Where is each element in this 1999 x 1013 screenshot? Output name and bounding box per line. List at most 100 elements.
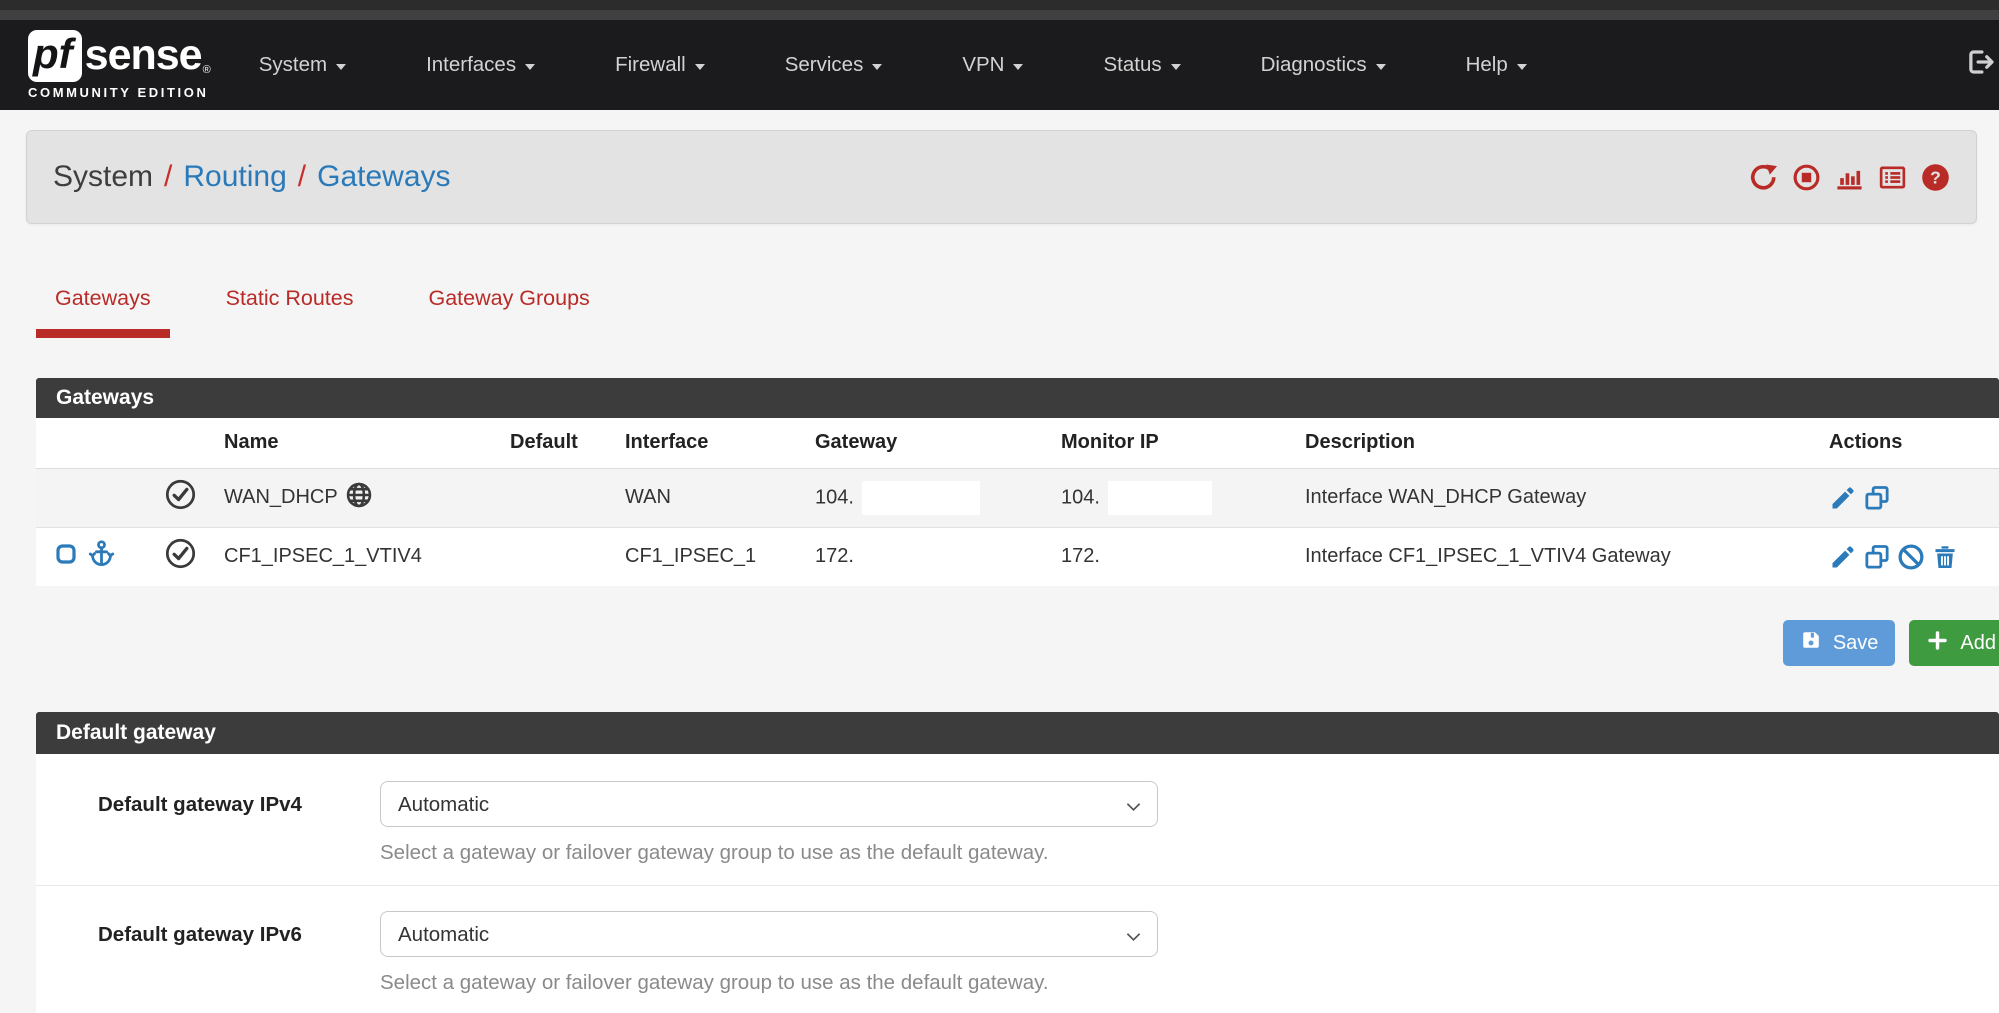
menu-interfaces[interactable]: Interfaces bbox=[426, 53, 535, 77]
redacted-value-mask bbox=[1108, 481, 1212, 515]
row-status-cell bbox=[144, 527, 216, 586]
row-status-cell bbox=[144, 468, 216, 527]
edit-icon[interactable] bbox=[1829, 543, 1857, 571]
col-status bbox=[144, 418, 216, 468]
tab-gateways[interactable]: Gateways bbox=[36, 286, 170, 338]
menu-status-label: Status bbox=[1103, 53, 1161, 77]
top-navbar: pf sense ® COMMUNITY EDITION System Inte… bbox=[0, 20, 1999, 110]
default-gateway-ipv6-help: Select a gateway or failover gateway gro… bbox=[380, 971, 1158, 995]
default-gateway-ipv6-label: Default gateway IPv6 bbox=[36, 911, 380, 995]
caret-down-icon bbox=[872, 64, 882, 70]
row-monitor-cell: 104. bbox=[1053, 468, 1297, 527]
window-top-strip bbox=[0, 0, 1999, 10]
breadcrumb-gateways-link[interactable]: Gateways bbox=[317, 160, 450, 194]
stop-circle-icon[interactable] bbox=[1792, 163, 1821, 192]
gateway-name: WAN_DHCP bbox=[224, 486, 338, 509]
menu-status[interactable]: Status bbox=[1103, 53, 1180, 77]
menu-system-label: System bbox=[259, 53, 327, 77]
save-button[interactable]: Save bbox=[1783, 620, 1896, 666]
pfsense-logo-sense: sense bbox=[85, 30, 202, 80]
breadcrumb-actions: ? bbox=[1749, 163, 1950, 192]
trash-icon[interactable] bbox=[1931, 543, 1959, 571]
row-interface-cell: CF1_IPSEC_1 bbox=[617, 527, 807, 586]
col-flags bbox=[36, 418, 144, 468]
caret-down-icon bbox=[1376, 64, 1386, 70]
plus-icon bbox=[1926, 629, 1949, 658]
menu-help-label: Help bbox=[1466, 53, 1508, 77]
check-circle-icon bbox=[164, 553, 197, 575]
add-button-label: Add bbox=[1960, 632, 1996, 655]
default-gateway-form: Default gateway IPv4 Automatic Select a … bbox=[36, 754, 1999, 1013]
menu-services-label: Services bbox=[785, 53, 864, 77]
menu-diagnostics[interactable]: Diagnostics bbox=[1261, 53, 1386, 77]
window-sub-strip bbox=[0, 10, 1999, 20]
copy-icon[interactable] bbox=[1863, 484, 1891, 512]
breadcrumb-routing-link[interactable]: Routing bbox=[183, 160, 286, 194]
globe-icon bbox=[345, 481, 373, 515]
save-button-label: Save bbox=[1833, 632, 1879, 655]
refresh-icon[interactable] bbox=[1749, 163, 1778, 192]
tab-gateway-groups[interactable]: Gateway Groups bbox=[409, 286, 608, 338]
table-row-wan-dhcp: WAN_DHCP WAN 104. 104. Interface WAN_DHC… bbox=[36, 468, 1999, 527]
log-icon[interactable] bbox=[1878, 163, 1907, 192]
col-monitor-ip: Monitor IP bbox=[1053, 418, 1297, 468]
copy-icon[interactable] bbox=[1863, 543, 1891, 571]
table-button-row: Save Add bbox=[0, 620, 1999, 666]
menu-system[interactable]: System bbox=[259, 53, 346, 77]
default-gateway-panel-title: Default gateway bbox=[36, 712, 1999, 754]
gateways-panel: Gateways Name Default Interface Gateway … bbox=[36, 378, 1999, 586]
col-description: Description bbox=[1297, 418, 1821, 468]
menu-vpn-label: VPN bbox=[962, 53, 1004, 77]
ban-icon[interactable] bbox=[1897, 543, 1925, 571]
add-button[interactable]: Add bbox=[1909, 620, 1999, 666]
default-gateway-ipv6-select[interactable]: Automatic bbox=[380, 911, 1158, 957]
row-actions-cell bbox=[1821, 527, 1999, 586]
tab-static-routes[interactable]: Static Routes bbox=[207, 286, 373, 338]
pfsense-logo-pf: pf bbox=[28, 30, 82, 82]
chart-bar-icon[interactable] bbox=[1835, 163, 1864, 192]
form-group-ipv4: Default gateway IPv4 Automatic Select a … bbox=[36, 756, 1999, 886]
check-circle-icon bbox=[164, 494, 197, 516]
sign-out-icon[interactable] bbox=[1965, 47, 1995, 82]
gateway-ip: 172. bbox=[815, 545, 854, 567]
col-gateway: Gateway bbox=[807, 418, 1053, 468]
edit-icon[interactable] bbox=[1829, 484, 1857, 512]
table-row-cf1-ipsec: CF1_IPSEC_1_VTIV4 CF1_IPSEC_1 172. 172. … bbox=[36, 527, 1999, 586]
anchor-icon bbox=[87, 539, 116, 574]
row-description-cell: Interface WAN_DHCP Gateway bbox=[1297, 468, 1821, 527]
default-gateway-ipv6-field: Automatic Select a gateway or failover g… bbox=[380, 911, 1158, 995]
pfsense-logo-top: pf sense ® bbox=[28, 30, 211, 82]
navbar-menu: System Interfaces Firewall Services VPN … bbox=[259, 53, 1607, 77]
menu-firewall-label: Firewall bbox=[615, 53, 686, 77]
help-icon[interactable]: ? bbox=[1921, 163, 1950, 192]
menu-help[interactable]: Help bbox=[1466, 53, 1527, 77]
default-gateway-ipv4-help: Select a gateway or failover gateway gro… bbox=[380, 841, 1158, 865]
row-gateway-cell: 104. bbox=[807, 468, 1053, 527]
gateways-panel-title: Gateways bbox=[36, 378, 1999, 418]
row-interface-cell: WAN bbox=[617, 468, 807, 527]
col-default: Default bbox=[502, 418, 617, 468]
square-icon bbox=[54, 542, 78, 572]
row-flags-cell bbox=[36, 527, 144, 586]
pfsense-logo[interactable]: pf sense ® COMMUNITY EDITION bbox=[28, 30, 211, 100]
row-description-cell: Interface CF1_IPSEC_1_VTIV4 Gateway bbox=[1297, 527, 1821, 586]
caret-down-icon bbox=[1517, 64, 1527, 70]
routing-tabs: Gateways Static Routes Gateway Groups bbox=[36, 286, 1999, 338]
caret-down-icon bbox=[1171, 64, 1181, 70]
row-actions-cell bbox=[1821, 468, 1999, 527]
breadcrumb-separator: / bbox=[164, 160, 172, 194]
breadcrumb: System / Routing / Gateways bbox=[53, 160, 451, 194]
pfsense-logo-tagline: COMMUNITY EDITION bbox=[28, 85, 211, 100]
col-actions: Actions bbox=[1821, 418, 1999, 468]
monitor-ip: 172. bbox=[1061, 545, 1100, 567]
menu-vpn[interactable]: VPN bbox=[962, 53, 1023, 77]
breadcrumb-system: System bbox=[53, 160, 153, 194]
default-gateway-ipv4-select[interactable]: Automatic bbox=[380, 781, 1158, 827]
menu-diagnostics-label: Diagnostics bbox=[1261, 53, 1367, 77]
registered-mark: ® bbox=[203, 64, 211, 76]
menu-interfaces-label: Interfaces bbox=[426, 53, 516, 77]
col-name: Name bbox=[216, 418, 502, 468]
row-default-cell bbox=[502, 468, 617, 527]
menu-firewall[interactable]: Firewall bbox=[615, 53, 705, 77]
menu-services[interactable]: Services bbox=[785, 53, 883, 77]
